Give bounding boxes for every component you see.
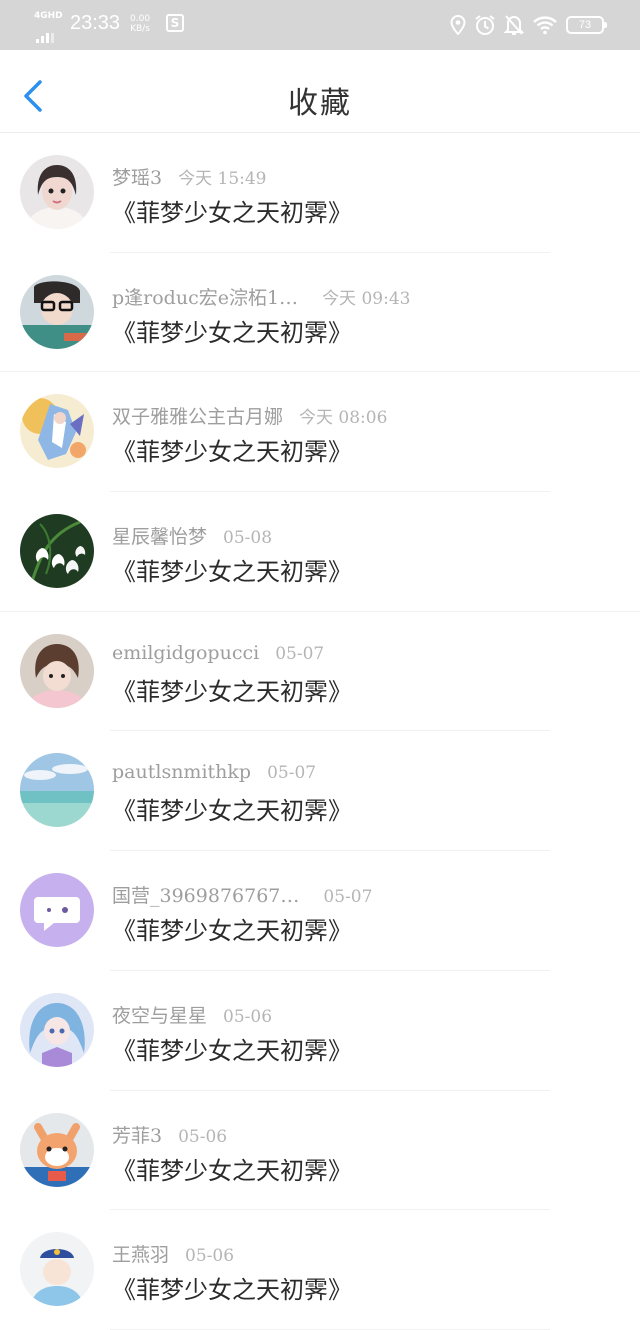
- clock: 23:33: [70, 12, 121, 34]
- speed-value: 0.00: [130, 14, 151, 24]
- favorites-list: 梦瑶3 今天 15:49 《菲梦少女之天初霁》 p逢roduc宏e淙柘1… 今天 0…: [0, 133, 640, 1330]
- avatar[interactable]: [20, 633, 94, 708]
- network-speed: 0.00 KB/s: [130, 14, 150, 34]
- battery-icon: 73: [566, 16, 607, 34]
- timestamp: 05-08: [223, 528, 273, 549]
- header-bar: 收藏: [0, 50, 640, 133]
- location-icon: [450, 15, 466, 35]
- user-name: 星辰馨怡梦: [112, 526, 208, 549]
- avatar[interactable]: [20, 514, 94, 589]
- page-title: 收藏: [288, 86, 352, 121]
- avatar[interactable]: [20, 394, 94, 469]
- avatar[interactable]: [20, 992, 94, 1067]
- work-title: 《菲梦少女之天初霁》: [112, 199, 352, 227]
- work-title: 《菲梦少女之天初霁》: [112, 797, 352, 826]
- app-notification-icon: S: [166, 14, 184, 32]
- list-item[interactable]: pautlsnmithkp 05-07 《菲梦少女之天初霁》: [0, 731, 640, 851]
- speed-unit: KB/s: [130, 24, 150, 34]
- list-item[interactable]: 双子雅雅公主古月娜 今天 08:06 《菲梦少女之天初霁》: [0, 372, 640, 492]
- wifi-icon: [533, 16, 557, 35]
- work-title: 《菲梦少女之天初霁》: [112, 1036, 352, 1065]
- list-item[interactable]: 王燕羽 05-06 《菲梦少女之天初霁》: [0, 1210, 640, 1330]
- timestamp: 今天 08:06: [299, 408, 388, 429]
- avatar[interactable]: [20, 1232, 94, 1307]
- list-item[interactable]: 夜空与星星 05-06 《菲梦少女之天初霁》: [0, 971, 640, 1091]
- user-name: 双子雅雅公主古月娜: [112, 406, 284, 429]
- timestamp: 05-06: [185, 1246, 235, 1267]
- user-name: 芳菲3: [112, 1124, 163, 1147]
- work-title: 《菲梦少女之天初霁》: [112, 318, 352, 347]
- avatar[interactable]: [20, 873, 94, 948]
- list-item[interactable]: 国营_3969876767… 05-07 《菲梦少女之天初霁》: [0, 851, 640, 971]
- avatar[interactable]: [20, 753, 94, 828]
- work-title: 《菲梦少女之天初霁》: [112, 677, 352, 706]
- list-item[interactable]: emilgidgopucci 05-07 《菲梦少女之天初霁》: [0, 612, 640, 732]
- avatar[interactable]: [20, 155, 94, 229]
- user-name: 夜空与星星: [112, 1004, 208, 1027]
- list-item[interactable]: p逢roduc宏e淙柘1… 今天 09:43 《菲梦少女之天初霁》: [0, 253, 640, 373]
- avatar[interactable]: [20, 1112, 94, 1187]
- timestamp: 今天 15:49: [178, 169, 267, 189]
- user-name: 梦瑶3: [112, 167, 163, 189]
- alarm-icon: [475, 15, 495, 35]
- user-name: p逢roduc宏e淙柘1…: [112, 286, 299, 309]
- cellular-signal-icon: 4GHD: [34, 11, 64, 43]
- avatar[interactable]: [20, 274, 94, 349]
- work-title: 《菲梦少女之天初霁》: [112, 558, 352, 587]
- list-item[interactable]: 星辰馨怡梦 05-08 《菲梦少女之天初霁》: [0, 492, 640, 612]
- list-item[interactable]: 芳菲3 05-06 《菲梦少女之天初霁》: [0, 1091, 640, 1211]
- timestamp: 05-06: [178, 1126, 228, 1147]
- user-name: emilgidgopucci: [112, 641, 260, 664]
- status-bar: 4GHD 23:33 0.00 KB/s S 73: [0, 0, 640, 50]
- work-title: 《菲梦少女之天初霁》: [112, 438, 352, 467]
- work-title: 《菲梦少女之天初霁》: [112, 1156, 352, 1185]
- user-name: pautlsnmithkp: [112, 761, 252, 784]
- work-title: 《菲梦少女之天初霁》: [112, 917, 352, 946]
- timestamp: 05-06: [223, 1006, 273, 1027]
- work-title: 《菲梦少女之天初霁》: [112, 1276, 352, 1305]
- list-item[interactable]: 梦瑶3 今天 15:49 《菲梦少女之天初霁》: [0, 133, 640, 253]
- mute-bell-icon: [504, 15, 524, 35]
- timestamp: 05-07: [267, 763, 317, 784]
- timestamp: 05-07: [323, 887, 373, 908]
- user-name: 王燕羽: [112, 1244, 170, 1267]
- user-name: 国营_3969876767…: [112, 885, 300, 908]
- timestamp: 05-07: [275, 643, 325, 664]
- timestamp: 今天 09:43: [322, 288, 411, 309]
- network-type: 4GHD: [34, 11, 63, 21]
